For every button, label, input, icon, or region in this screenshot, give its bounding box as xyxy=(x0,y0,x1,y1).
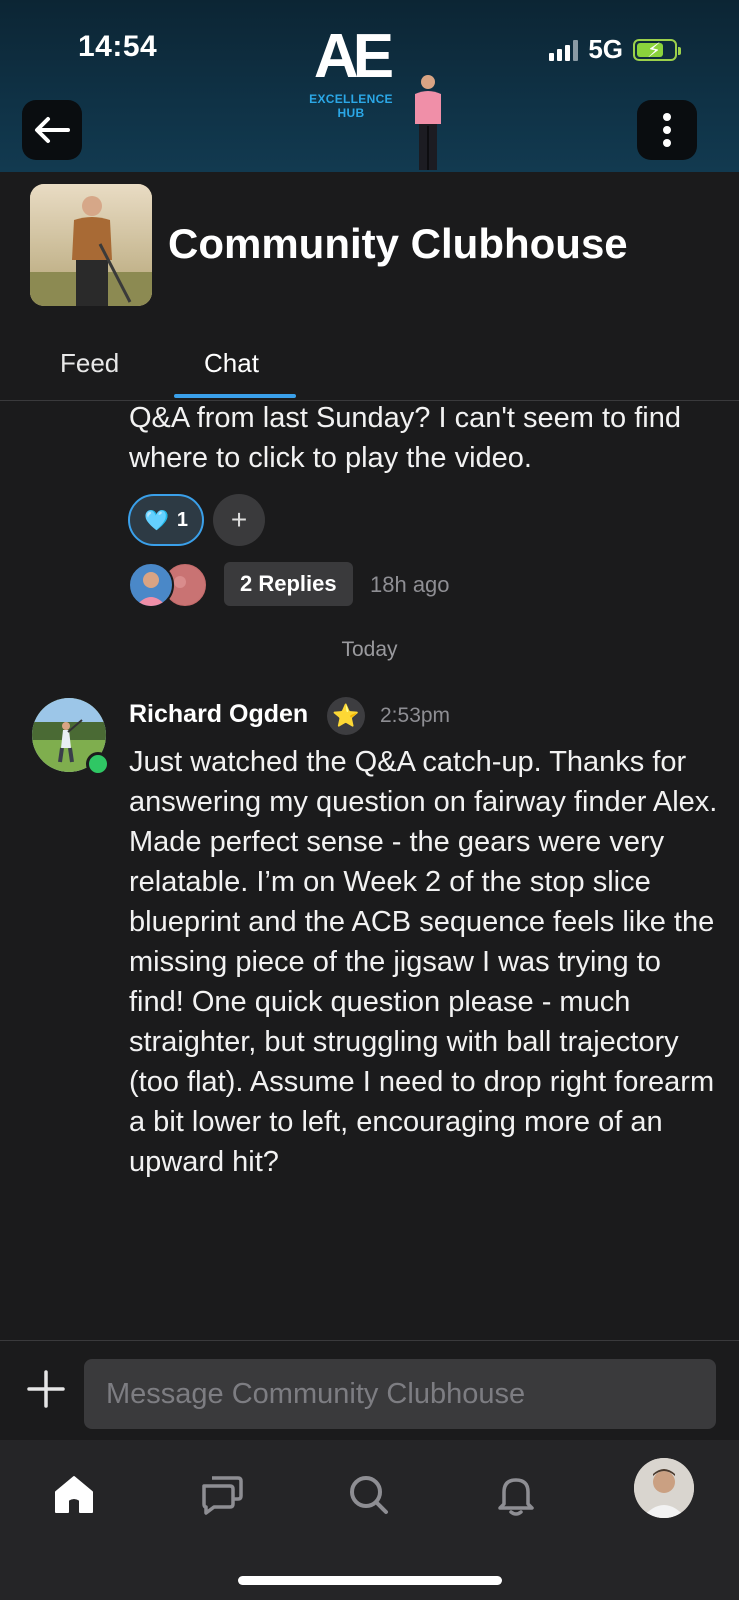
bell-icon xyxy=(498,1478,534,1516)
group-header: Community Clubhouse xyxy=(0,172,739,322)
coach-figure-image xyxy=(415,75,441,170)
group-title: Community Clubhouse xyxy=(168,220,628,267)
brand-logo: AE EXCELLENCE HUB xyxy=(306,22,396,121)
tab-feed[interactable]: Feed xyxy=(60,348,119,379)
app-header: 14:54 5G ⚡ AE EXCELLENCE HUB xyxy=(0,0,739,172)
reaction-chip[interactable]: 🩵 1 xyxy=(128,494,204,546)
search-icon xyxy=(350,1476,388,1514)
tab-profile-avatar[interactable] xyxy=(634,1458,694,1518)
group-avatar-image xyxy=(30,184,152,306)
home-indicator xyxy=(238,1576,502,1585)
online-status-indicator xyxy=(86,752,110,776)
reaction-count: 1 xyxy=(176,508,189,531)
chat-bubbles-icon xyxy=(202,1476,243,1515)
attach-button[interactable] xyxy=(26,1369,66,1409)
status-time: 14:54 xyxy=(78,30,158,63)
message-body: Just watched the Q&A catch-up. Thanks fo… xyxy=(129,746,718,1178)
network-label: 5G xyxy=(588,34,623,64)
tab-messages[interactable] xyxy=(192,1464,252,1524)
group-avatar[interactable] xyxy=(30,184,152,306)
battery-charging-icon: ⚡ xyxy=(633,38,681,62)
previous-message-text: Q&A from last Sunday? I can't seem to fi… xyxy=(129,402,681,474)
message-author[interactable]: Richard Ogden xyxy=(129,700,308,729)
back-button[interactable] xyxy=(22,100,82,160)
star-badge-icon: ⭐ xyxy=(327,697,365,735)
logo-subtitle: EXCELLENCE HUB xyxy=(309,92,393,120)
heart-emoji-icon: 🩵 xyxy=(143,509,169,532)
tab-home[interactable] xyxy=(44,1464,104,1524)
reply-participants xyxy=(128,562,212,608)
signal-icon xyxy=(549,39,579,61)
message-input[interactable] xyxy=(84,1359,716,1429)
day-separator: Today xyxy=(341,638,398,661)
more-vertical-icon xyxy=(663,113,671,147)
last-reply-time: 18h ago xyxy=(370,572,450,597)
message-composer xyxy=(0,1340,739,1441)
arrow-left-icon xyxy=(35,117,70,143)
home-icon xyxy=(55,1476,93,1513)
more-options-button[interactable] xyxy=(637,100,697,160)
add-reaction-button[interactable]: + xyxy=(213,494,265,546)
profile-avatar-image xyxy=(634,1458,694,1518)
tab-notifications[interactable] xyxy=(486,1464,546,1524)
avatar xyxy=(128,562,174,608)
logo-mark: AE xyxy=(313,22,394,91)
status-indicators: 5G ⚡ xyxy=(549,34,681,65)
tab-chat[interactable]: Chat xyxy=(204,348,259,379)
tab-search[interactable] xyxy=(338,1464,398,1524)
plus-icon xyxy=(27,1370,65,1408)
view-replies-button[interactable]: 2 Replies xyxy=(224,562,353,606)
channel-tabs: Feed Chat xyxy=(0,330,739,401)
message-time: 2:53pm xyxy=(380,704,451,727)
